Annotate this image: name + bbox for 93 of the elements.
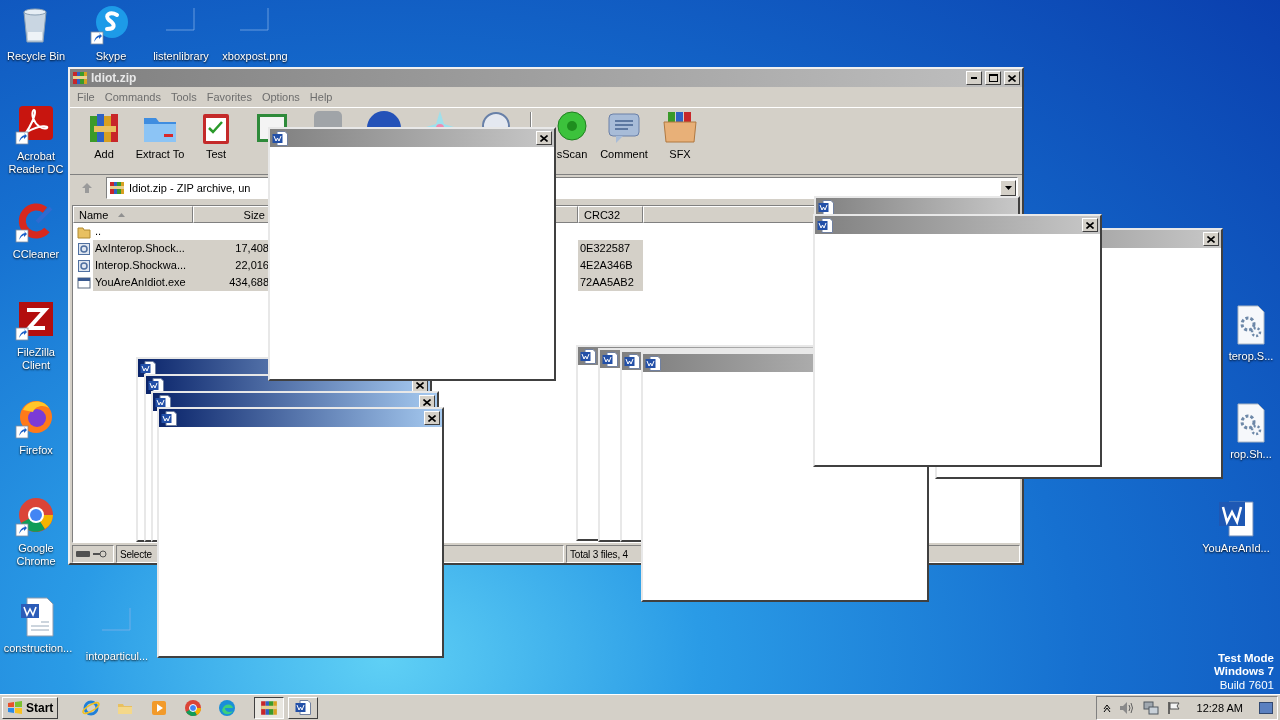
globe-icon bbox=[82, 698, 101, 717]
document-icon bbox=[272, 130, 288, 146]
close-icon bbox=[1008, 74, 1016, 82]
dropdown-button[interactable] bbox=[1000, 180, 1016, 196]
icon-label: Recycle Bin bbox=[6, 50, 66, 63]
close-icon bbox=[540, 134, 548, 142]
document-icon bbox=[817, 217, 833, 233]
clock[interactable]: 12:28 AM bbox=[1196, 701, 1243, 714]
toolbar-button[interactable]: Add bbox=[76, 110, 132, 168]
icon-label: intoparticul... bbox=[85, 650, 149, 663]
archive-icon bbox=[260, 698, 279, 717]
browser-icon bbox=[218, 698, 237, 717]
os-notice: Build 7601 bbox=[1219, 678, 1274, 692]
file-crc: 4E2A346B bbox=[578, 257, 643, 274]
column-header[interactable]: CRC32 bbox=[578, 206, 643, 223]
close-button[interactable] bbox=[536, 131, 552, 145]
icon-label: terop.S... bbox=[1228, 350, 1274, 363]
minimize-icon bbox=[971, 77, 977, 79]
gear-file-icon bbox=[77, 258, 91, 273]
key-icon bbox=[93, 550, 107, 558]
chevron-up-icon bbox=[1102, 703, 1111, 712]
gear-file-icon bbox=[77, 241, 91, 256]
close-button[interactable] bbox=[1082, 218, 1098, 232]
folder-icon bbox=[77, 224, 91, 239]
up-arrow-icon bbox=[81, 182, 93, 194]
icon-label: xboxpost.png bbox=[222, 50, 288, 63]
close-button[interactable] bbox=[1004, 71, 1020, 85]
document-icon bbox=[161, 410, 177, 426]
windows-flag-icon bbox=[7, 700, 23, 715]
close-icon bbox=[423, 398, 431, 406]
icon-label: Acrobat Reader DC bbox=[7, 150, 65, 176]
file-size: 17,408 bbox=[193, 240, 271, 257]
document-icon bbox=[295, 700, 312, 715]
minimize-button[interactable] bbox=[966, 71, 982, 85]
document-icon bbox=[602, 351, 618, 367]
network-icon bbox=[1142, 700, 1159, 715]
icon-label: Google Chrome bbox=[15, 542, 57, 568]
file-name[interactable]: YouAreAnIdiot.exe bbox=[93, 274, 193, 291]
selection-status: Selecte bbox=[120, 548, 152, 560]
icon-label: Firefox bbox=[19, 444, 53, 457]
menu-item[interactable]: Favorites bbox=[201, 91, 257, 103]
close-icon bbox=[1207, 235, 1215, 243]
play-icon bbox=[150, 698, 169, 717]
close-button[interactable] bbox=[424, 411, 440, 425]
close-icon bbox=[428, 414, 436, 422]
menu-item[interactable]: Options bbox=[256, 91, 305, 103]
toolbar-button[interactable]: SFX bbox=[652, 110, 708, 168]
show-desktop-icon[interactable] bbox=[1259, 701, 1273, 714]
document-icon bbox=[645, 355, 661, 371]
file-crc: 0E322587 bbox=[578, 240, 643, 257]
close-icon bbox=[1086, 221, 1094, 229]
close-button[interactable] bbox=[1203, 232, 1219, 246]
task-button[interactable] bbox=[254, 696, 285, 719]
icon-label: CCleaner bbox=[12, 248, 60, 261]
toolbar-button[interactable]: sScan bbox=[548, 110, 596, 168]
flag-icon bbox=[1166, 700, 1181, 715]
total-status: Total 3 files, 4 bbox=[570, 548, 628, 560]
box-icon bbox=[662, 110, 698, 146]
maximize-icon bbox=[988, 74, 998, 82]
icon-label: rop.Sh... bbox=[1230, 448, 1272, 461]
maximize-button[interactable] bbox=[985, 71, 1001, 85]
file-name[interactable]: Interop.Shockwa... bbox=[93, 257, 193, 274]
speaker-icon bbox=[1118, 700, 1135, 715]
toolbar-button[interactable]: Test bbox=[188, 110, 244, 168]
drive-icon bbox=[76, 551, 90, 557]
archive-icon bbox=[72, 70, 88, 86]
caret-icon bbox=[1004, 186, 1012, 190]
start-button[interactable]: Start bbox=[2, 696, 59, 719]
program-icon bbox=[77, 275, 91, 290]
file-size: 434,688 bbox=[193, 274, 271, 291]
icon-label: YouAreAnId... bbox=[1202, 542, 1270, 555]
icon-label: listenlibrary bbox=[153, 50, 209, 63]
file-name[interactable]: AxInterop.Shock... bbox=[93, 240, 193, 257]
window-title: Idiot.zip bbox=[91, 71, 138, 85]
menu-item[interactable]: Commands bbox=[99, 91, 166, 103]
column-header[interactable]: Name bbox=[73, 206, 193, 223]
menu-item[interactable]: Tools bbox=[166, 91, 202, 103]
icon-label: construction... bbox=[3, 642, 73, 655]
file-size: 22,016 bbox=[193, 257, 271, 274]
os-notice: Test Mode bbox=[1218, 651, 1274, 665]
file-name[interactable]: .. bbox=[93, 223, 193, 240]
os-notice: Windows 7 bbox=[1214, 665, 1274, 679]
toolbar-button[interactable]: Comment bbox=[596, 110, 652, 168]
column-header[interactable]: Size bbox=[193, 206, 271, 223]
icon-label: FileZilla Client bbox=[16, 346, 56, 372]
browser-icon bbox=[184, 698, 203, 717]
close-icon bbox=[416, 381, 424, 389]
archive-icon bbox=[109, 180, 125, 196]
speech-bubble-icon bbox=[606, 110, 642, 146]
icon-label: Skype bbox=[95, 50, 127, 63]
toolbar-button[interactable]: Extract To bbox=[132, 110, 188, 168]
file-crc: 72AA5AB2 bbox=[578, 274, 643, 291]
document-icon bbox=[580, 348, 596, 364]
